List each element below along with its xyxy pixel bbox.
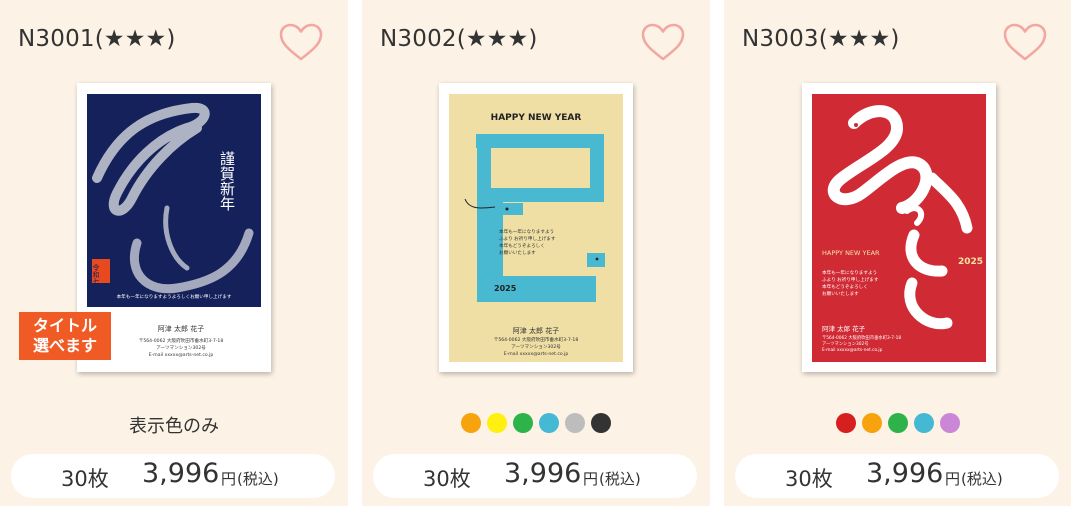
card-address: 〒564-0062 大阪府吹田市垂水町3-7-18 — [822, 334, 901, 341]
heart-icon[interactable] — [640, 22, 686, 62]
card-thumbnail[interactable]: HAPPY NEW YEAR 本年も一年になりますよう ふより お祈り申し上げま… — [439, 83, 633, 372]
card-message-line: 本年も一年になりますよう — [499, 228, 554, 235]
price-tax: (税込) — [599, 470, 641, 488]
color-swatch[interactable] — [487, 413, 507, 433]
card-address: 〒564-0062 大阪府吹田市垂水町3-7-18 — [494, 336, 579, 343]
card-building: アーツマンション302号 — [511, 344, 561, 350]
card-thumbnail[interactable]: HAPPY NEW YEAR 2025 本年も一年になりますよう ふより お祈り… — [802, 83, 996, 372]
price-amount: 3,996 — [866, 458, 944, 489]
card-message-line: 本年もどうぞよろしく — [822, 283, 868, 290]
color-swatch[interactable] — [565, 413, 585, 433]
color-swatch[interactable] — [513, 413, 533, 433]
card-message-line: ふより お祈り申し上げます — [499, 235, 556, 242]
color-swatch[interactable] — [888, 413, 908, 433]
price-bar[interactable]: 30枚 3,996 円 (税込) — [735, 454, 1059, 498]
price-amount: 3,996 — [504, 458, 582, 489]
color-swatch[interactable] — [461, 413, 481, 433]
color-swatch[interactable] — [836, 413, 856, 433]
color-swatch[interactable] — [539, 413, 559, 433]
card-sender: 阿津 太郎 花子 — [822, 324, 866, 333]
card-message-line: 本年もどうぞよろしく — [499, 242, 545, 249]
color-swatch[interactable] — [914, 413, 934, 433]
product-code: N3001(★★★) — [18, 26, 176, 52]
heart-icon[interactable] — [1002, 22, 1048, 62]
price-yen: 円 — [945, 470, 961, 488]
card-headline: HAPPY NEW YEAR — [491, 113, 582, 123]
price-bar[interactable]: 30枚 3,996 円 (税込) — [373, 454, 697, 498]
product-code: N3003(★★★) — [742, 26, 900, 52]
card-address: 〒564-0062 大阪府吹田市垂水町3-7-18 — [139, 337, 224, 344]
price-tax: (税込) — [237, 470, 279, 488]
quantity: 30枚 — [785, 467, 833, 491]
card-building: アーツマンション302号 — [156, 345, 206, 351]
card-year: 2025 — [958, 257, 983, 267]
price-yen: 円 — [583, 470, 599, 488]
color-swatch[interactable] — [862, 413, 882, 433]
stamp-text: 令和七年 — [92, 263, 100, 293]
card-email: E-mail xxxxx@arts-net.co.jp — [149, 352, 214, 358]
card-message-line: お願いいたします — [499, 249, 536, 256]
price-bar[interactable]: 30枚 3,996 円 (税込) — [11, 454, 335, 498]
card-email: E-mail xxxxx@arts-net.co.jp — [504, 351, 569, 357]
color-swatches — [724, 413, 1071, 433]
card-message-line: 本年も一年になりますよう — [822, 269, 877, 276]
card-sender: 阿津 太郎 花子 — [158, 324, 204, 333]
product-card[interactable]: N3003(★★★) HAPPY NEW YEAR 2025 本年も一年になりま… — [724, 0, 1071, 506]
price-amount: 3,996 — [142, 458, 220, 489]
product-code: N3002(★★★) — [380, 26, 538, 52]
price-tax: (税込) — [961, 470, 1003, 488]
card-greeting: 謹賀新年 — [218, 150, 236, 211]
color-swatches — [362, 413, 710, 433]
card-message-line: お願いいたします — [822, 290, 859, 297]
quantity: 30枚 — [61, 467, 109, 491]
card-sender: 阿津 太郎 花子 — [513, 326, 559, 335]
price-yen: 円 — [221, 470, 237, 488]
quantity: 30枚 — [423, 467, 471, 491]
title-selectable-badge: タイトル 選べます — [19, 312, 111, 360]
card-message: 本年も一年になりますようよろしくお願い申し上げます — [117, 293, 232, 300]
color-swatch[interactable] — [940, 413, 960, 433]
color-swatch[interactable] — [591, 413, 611, 433]
product-card[interactable]: N3001(★★★) 謹賀新年 令和七年 本年も一年になりますようよろしくお願い… — [0, 0, 348, 506]
card-year: 2025 — [494, 284, 517, 293]
card-headline: HAPPY NEW YEAR — [822, 249, 880, 257]
color-note: 表示色のみ — [129, 416, 219, 437]
card-email: E-mail xxxxx@arts-net.co.jp — [822, 347, 883, 353]
heart-icon[interactable] — [278, 22, 324, 62]
card-message-line: ふより お祈り申し上げます — [822, 276, 879, 283]
product-card[interactable]: N3002(★★★) HAPPY NEW YEAR 本年も一年になりますよう ふ… — [362, 0, 710, 506]
card-building: アーツマンション302号 — [822, 341, 869, 347]
